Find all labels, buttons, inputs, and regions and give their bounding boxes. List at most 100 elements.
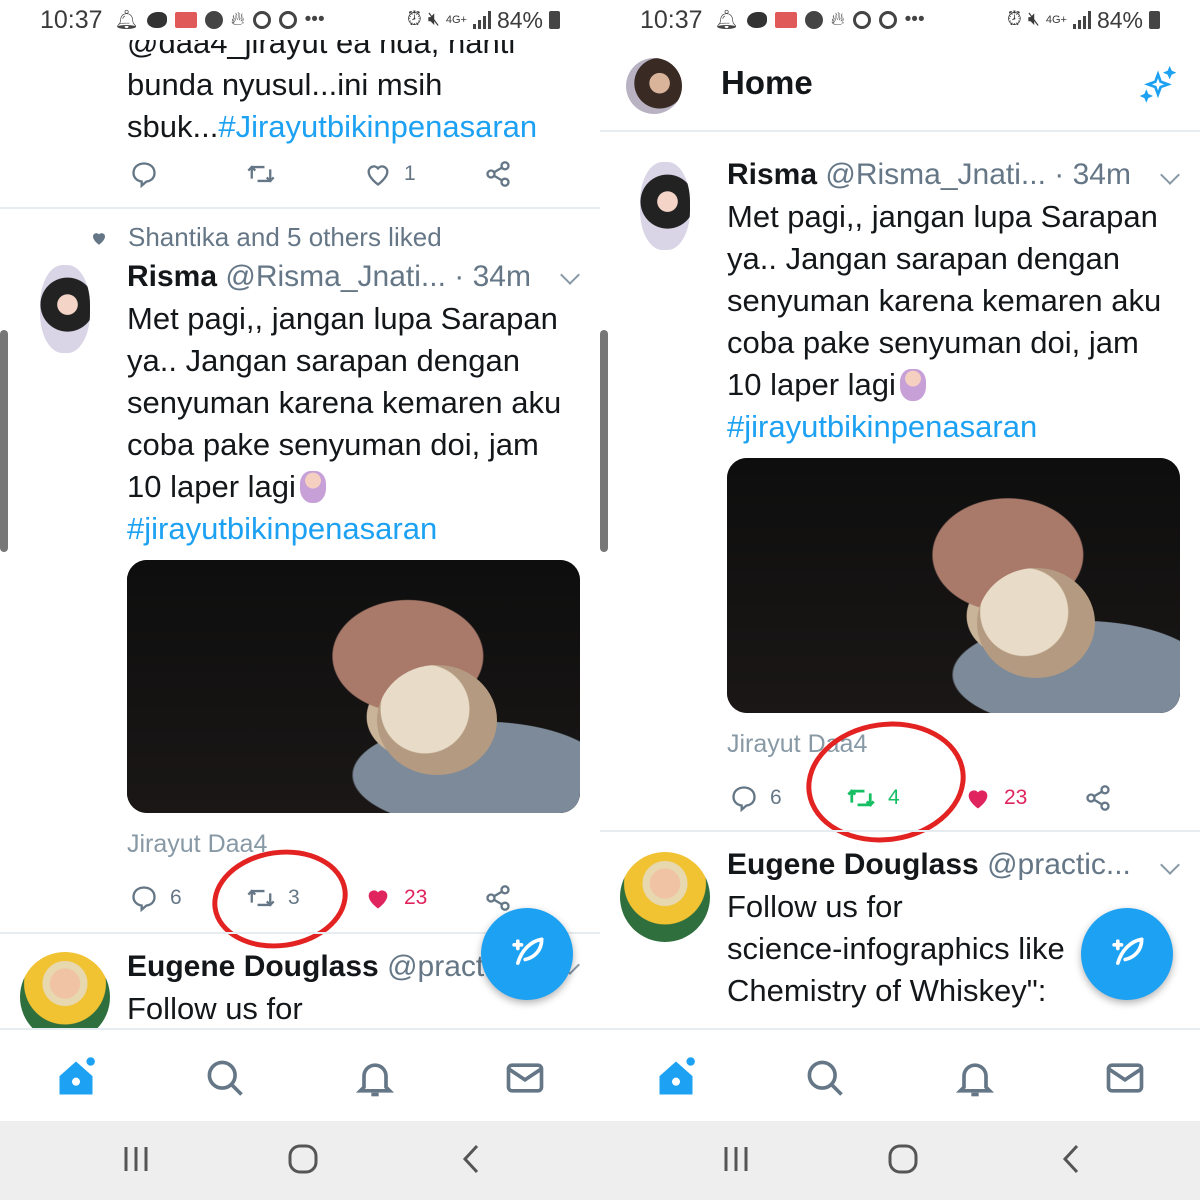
alarm-icon: ⏰︎: [1007, 9, 1022, 30]
share-button[interactable]: [1084, 784, 1112, 812]
back-button[interactable]: [1060, 1143, 1082, 1180]
tweet-line: ya.. Jangan sarapan dengan: [127, 343, 520, 378]
media-photo-bun: [977, 568, 1095, 678]
author-name: Risma: [727, 158, 818, 191]
cnn-notification-icon: [774, 12, 797, 28]
pinterest-notification-icon: [804, 11, 823, 29]
battery-icon: [549, 11, 560, 29]
nav-notifications[interactable]: [353, 1056, 397, 1100]
media-caption[interactable]: Jirayut Daa4: [127, 830, 267, 859]
reply-icon: [732, 786, 756, 812]
tweet-header[interactable]: Eugene Douglass @pract: [127, 950, 484, 984]
chevron-down-icon[interactable]: [560, 265, 580, 285]
tweet-media-image[interactable]: [127, 560, 580, 813]
sparkle-button[interactable]: [1138, 65, 1178, 111]
author-handle: @pract: [387, 950, 485, 983]
tweet-header[interactable]: Risma @Risma_Jnati... · 34m: [127, 260, 531, 294]
share-icon: [486, 885, 510, 911]
notification-icons: 🔔︎ 🔥︎ •••: [115, 8, 325, 32]
tweet-header[interactable]: Eugene Douglass @practic...: [727, 848, 1131, 882]
author-name: Risma: [127, 260, 218, 293]
sync-notification-icon: [878, 11, 897, 29]
pinterest-notification-icon: [204, 11, 223, 29]
tweet-media-image[interactable]: [727, 458, 1180, 713]
tweet-line: coba pake senyuman doi, jam: [127, 427, 539, 462]
nav-messages[interactable]: [1103, 1056, 1147, 1100]
nav-search[interactable]: [203, 1056, 247, 1100]
profile-avatar[interactable]: [626, 58, 682, 114]
facepalm-emoji-icon: [299, 471, 326, 503]
compose-tweet-button[interactable]: [481, 908, 573, 1000]
back-button[interactable]: [460, 1143, 482, 1180]
bell-icon: [355, 1063, 395, 1097]
recent-apps-button[interactable]: [722, 1143, 750, 1180]
reply-icon: [132, 886, 156, 912]
sparkle-icon: [1139, 65, 1177, 103]
cnn-notification-icon: [174, 12, 197, 28]
header-divider: [600, 130, 1200, 132]
tweet-line: science-infographics like: [727, 931, 1065, 966]
bell-notification-icon: 🔔︎: [714, 10, 739, 31]
avatar[interactable]: [620, 852, 710, 942]
tweet-hashtag[interactable]: #jirayutbikinpenasaran: [727, 406, 1161, 448]
more-notifications-icon: •••: [904, 9, 925, 30]
tweet-text: Follow us for science-infographics like …: [727, 886, 1065, 1012]
retweet-button[interactable]: [246, 160, 364, 188]
home-system-button[interactable]: [287, 1143, 319, 1180]
system-status-icons: ⏰︎ 🔇︎ 4G+ 84%: [1007, 7, 1160, 34]
network-type: 4G+: [445, 14, 467, 26]
reply-button[interactable]: [130, 160, 246, 188]
tweet-hashtag[interactable]: #jirayutbikinpenasaran: [127, 508, 561, 550]
system-status-icons: ⏰︎ 🔇︎ 4G+ 84%: [407, 7, 560, 34]
tweet-line: 10 laper lagi: [727, 364, 1161, 406]
home-system-button[interactable]: [887, 1143, 919, 1180]
reply-count: 6: [170, 886, 182, 909]
tweet-line: Follow us for: [127, 991, 303, 1026]
tweet-divider: [600, 830, 1200, 832]
like-button[interactable]: 23: [964, 784, 1084, 812]
twitter-notification-icon: [146, 12, 167, 28]
mute-icon: 🔇︎: [427, 9, 440, 30]
tweet-line: Met pagi,, jangan lupa Sarapan: [727, 199, 1158, 234]
share-button[interactable]: [484, 160, 512, 188]
home-header: Home: [600, 40, 1200, 132]
left-screenshot: @daa4_jirayut ea nda, nanti bunda nyusul…: [0, 0, 600, 1200]
tweet-line: senyuman karena kemaren aku: [127, 385, 562, 420]
sync-notification-icon: [278, 11, 297, 29]
tweet-line: ya.. Jangan sarapan dengan: [727, 241, 1120, 276]
system-nav-bar: [0, 1121, 600, 1200]
nav-home[interactable]: [54, 1056, 98, 1100]
like-button[interactable]: 1: [364, 160, 484, 188]
flame-notification-icon: 🔥︎: [830, 9, 845, 30]
chevron-down-icon[interactable]: [1160, 855, 1180, 875]
tweet-time: · 34m: [1054, 158, 1131, 191]
back-chevron-icon: [462, 1144, 479, 1174]
mail-icon: [1106, 1063, 1144, 1093]
compose-tweet-button[interactable]: [1081, 908, 1173, 1000]
app-notification-icon: [852, 11, 871, 29]
author-name: Eugene Douglass: [127, 950, 379, 983]
recent-apps-button[interactable]: [122, 1143, 150, 1180]
avatar[interactable]: [640, 162, 690, 250]
media-photo: [727, 458, 1180, 713]
like-button[interactable]: 23: [364, 884, 484, 912]
nav-search[interactable]: [803, 1056, 847, 1100]
tweet-header[interactable]: Risma @Risma_Jnati... · 34m: [727, 158, 1131, 192]
tweet-line: Chemistry of Whiskey":: [727, 973, 1047, 1008]
nav-notifications[interactable]: [953, 1056, 997, 1100]
prev-tweet-hashtag[interactable]: #Jirayutbikinpenasaran: [218, 109, 537, 144]
tweet-text: Met pagi,, jangan lupa Sarapan ya.. Jang…: [727, 196, 1161, 448]
alarm-icon: ⏰︎: [407, 9, 422, 30]
avatar[interactable]: [40, 265, 90, 353]
right-screenshot: Home Risma @Risma_Jnati... · 34m Met pag…: [600, 0, 1200, 1200]
chevron-down-icon[interactable]: [1160, 165, 1180, 185]
heart-icon: [367, 165, 389, 186]
nav-home[interactable]: [654, 1056, 698, 1100]
back-chevron-icon: [1062, 1144, 1079, 1174]
tweet-line-text: 10 laper lagi: [127, 469, 296, 504]
tweet-line: senyuman karena kemaren aku: [727, 283, 1162, 318]
social-context[interactable]: Shantika and 5 others liked: [90, 222, 442, 253]
retweet-icon: [247, 165, 275, 183]
share-button[interactable]: [484, 884, 512, 912]
nav-messages[interactable]: [503, 1056, 547, 1100]
